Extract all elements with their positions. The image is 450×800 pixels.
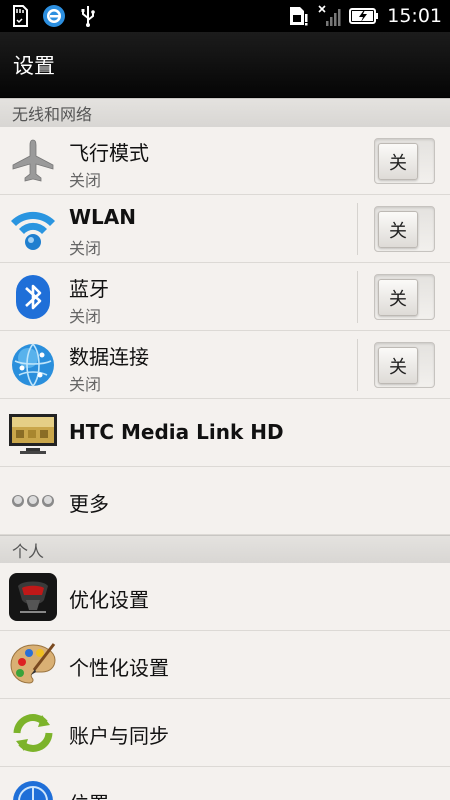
status-time: 15:01 (387, 5, 442, 27)
tv-icon (8, 408, 58, 458)
item-status: 关闭 (69, 375, 102, 394)
list-item-more[interactable]: 更多 (0, 467, 450, 535)
list-item-htc-media-link[interactable]: HTC Media Link HD (0, 399, 450, 467)
bluetooth-icon (8, 272, 58, 322)
toggle-knob: 关 (378, 211, 418, 248)
battery-charging-icon (349, 4, 379, 28)
airplane-icon (8, 136, 58, 186)
item-title: 数据连接 (69, 345, 149, 369)
title-bar: 设置 (0, 32, 450, 98)
divider (357, 271, 358, 323)
list-item-bluetooth[interactable]: 蓝牙 关闭 关 (0, 263, 450, 331)
bluetooth-toggle[interactable]: 关 (374, 274, 435, 320)
divider (357, 339, 358, 391)
toggle-knob: 关 (378, 143, 418, 180)
usb-icon (76, 4, 100, 28)
optimize-icon (8, 572, 58, 622)
more-dots-icon (8, 476, 58, 526)
divider (357, 203, 358, 255)
list-item-location[interactable]: 位置 (0, 767, 450, 800)
item-title: 账户与同步 (69, 724, 169, 748)
list-item-airplane-mode[interactable]: 飞行模式 关闭 关 (0, 127, 450, 195)
list-item-personalize[interactable]: 个性化设置 (0, 631, 450, 699)
wifi-icon (8, 204, 58, 254)
list-item-mobile-data[interactable]: 数据连接 关闭 关 (0, 331, 450, 399)
signal-icon (317, 4, 341, 28)
list-item-wlan[interactable]: WLAN 关闭 关 (0, 195, 450, 263)
item-title: HTC Media Link HD (69, 420, 284, 444)
airplane-mode-toggle[interactable]: 关 (374, 138, 435, 184)
sd-card-icon (8, 4, 32, 28)
item-title: 个性化设置 (69, 656, 169, 680)
sync-icon (8, 708, 58, 758)
item-title: 蓝牙 (69, 277, 109, 301)
wlan-toggle[interactable]: 关 (374, 206, 435, 252)
section-label: 个人 (12, 542, 45, 561)
toggle-knob: 关 (378, 347, 418, 384)
toggle-knob: 关 (378, 279, 418, 316)
item-status: 关闭 (69, 307, 102, 326)
browser-icon (42, 4, 66, 28)
palette-icon (8, 640, 58, 690)
page-title: 设置 (13, 53, 55, 78)
status-bar: 15:01 (0, 0, 450, 32)
section-header-network: 无线和网络 (0, 98, 450, 128)
list-item-optimize[interactable]: 优化设置 (0, 563, 450, 631)
list-item-accounts-sync[interactable]: 账户与同步 (0, 699, 450, 767)
sim-card-icon (285, 4, 309, 28)
item-title: 优化设置 (69, 588, 149, 612)
item-title: WLAN (69, 205, 137, 229)
item-title: 飞行模式 (69, 141, 149, 165)
section-header-personal: 个人 (0, 535, 450, 565)
item-status: 关闭 (69, 239, 102, 258)
item-title: 位置 (69, 788, 109, 800)
globe-icon (8, 340, 58, 390)
location-globe-icon (8, 776, 58, 800)
item-status: 关闭 (69, 171, 102, 190)
section-label: 无线和网络 (12, 105, 93, 124)
mobile-data-toggle[interactable]: 关 (374, 342, 435, 388)
item-title: 更多 (69, 492, 109, 516)
